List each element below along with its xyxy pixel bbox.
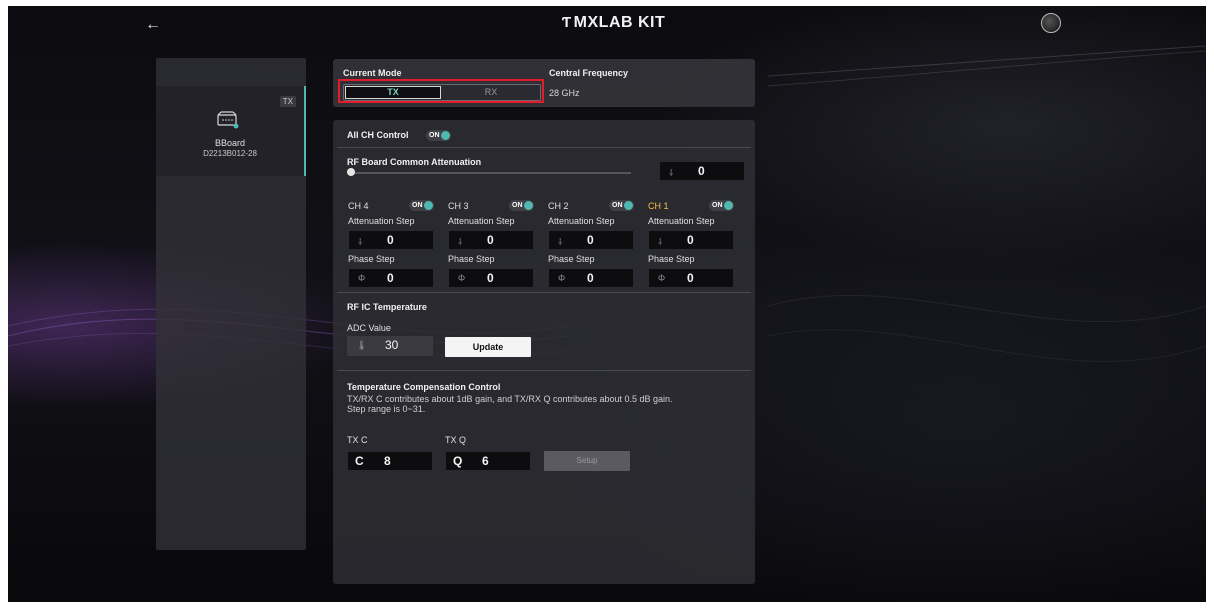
back-arrow-icon[interactable]: ← bbox=[145, 16, 161, 34]
phase-step-value: 0 bbox=[487, 271, 494, 285]
attenuation-step-input[interactable]: ⸸ 0 bbox=[548, 230, 634, 250]
user-avatar-icon[interactable] bbox=[1041, 13, 1061, 33]
attenuation-step-input[interactable]: ⸸ 0 bbox=[648, 230, 734, 250]
adc-value-display: 🌡 30 bbox=[347, 336, 433, 356]
temp-compensation-range: Step range is 0~31. bbox=[347, 404, 426, 414]
rf-ic-temperature-label: RF IC Temperature bbox=[347, 302, 427, 312]
tx-q-value: 6 bbox=[482, 454, 489, 468]
update-button[interactable]: Update bbox=[445, 337, 531, 357]
channel-toggle[interactable]: ON bbox=[409, 200, 434, 211]
phase-step-value: 0 bbox=[687, 271, 694, 285]
temp-compensation-label: Temperature Compensation Control bbox=[347, 382, 501, 392]
channel-name: CH 3 bbox=[448, 201, 469, 211]
attenuation-icon: ⸸ bbox=[358, 237, 363, 247]
channel-toggle[interactable]: ON bbox=[609, 200, 634, 211]
tx-c-prefix: C bbox=[355, 454, 364, 468]
attenuation-step-label: Attenuation Step bbox=[448, 216, 515, 226]
phase-step-input[interactable]: Φ0 bbox=[648, 268, 734, 288]
common-attenuation-label: RF Board Common Attenuation bbox=[347, 157, 482, 167]
adc-value-label: ADC Value bbox=[347, 323, 391, 333]
adc-value: 30 bbox=[385, 338, 399, 352]
common-attenuation-value: 0 bbox=[698, 164, 705, 178]
channel-name: CH 1 bbox=[648, 201, 669, 211]
common-attenuation-input[interactable]: ⸸ 0 bbox=[659, 161, 745, 181]
brand-name: MXLAB KIT bbox=[573, 14, 666, 31]
divider bbox=[337, 147, 751, 148]
channel-toggle-label: ON bbox=[612, 202, 623, 209]
attenuation-step-label: Attenuation Step bbox=[548, 216, 615, 226]
attenuation-step-value: 0 bbox=[687, 233, 694, 247]
phase-icon: Φ bbox=[458, 273, 466, 283]
control-panel: All CH Control ON RF Board Common Attenu… bbox=[333, 120, 755, 584]
phase-step-label: Phase Step bbox=[548, 254, 595, 264]
all-ch-toggle-label: ON bbox=[429, 132, 440, 139]
channel-toggle-label: ON bbox=[712, 202, 723, 209]
tx-c-value: 8 bbox=[384, 454, 391, 468]
phase-icon: Φ bbox=[558, 273, 566, 283]
mode-highlight-box bbox=[338, 79, 544, 103]
central-frequency-value: 28 GHz bbox=[549, 88, 580, 98]
attenuation-icon: ⸸ bbox=[558, 237, 563, 247]
phase-step-label: Phase Step bbox=[348, 254, 395, 264]
attenuation-step-value: 0 bbox=[487, 233, 494, 247]
device-card[interactable]: TX BBoard D2213B012-28 bbox=[156, 86, 306, 176]
toggle-knob bbox=[724, 201, 733, 210]
tx-c-input[interactable]: C 8 bbox=[347, 451, 433, 471]
device-name: BBoard bbox=[214, 138, 246, 148]
phase-step-input[interactable]: Φ0 bbox=[348, 268, 434, 288]
phase-step-label: Phase Step bbox=[648, 254, 695, 264]
all-ch-control-label: All CH Control bbox=[347, 130, 409, 140]
phase-step-value: 0 bbox=[387, 271, 394, 285]
brand-mark: Ƭ bbox=[562, 14, 572, 31]
channel-toggle[interactable]: ON bbox=[509, 200, 534, 211]
attenuation-step-label: Attenuation Step bbox=[348, 216, 415, 226]
toggle-knob bbox=[524, 201, 533, 210]
divider bbox=[337, 370, 751, 371]
attenuation-step-input[interactable]: ⸸ 0 bbox=[348, 230, 434, 250]
channel-name: CH 4 bbox=[348, 201, 369, 211]
phase-icon: Φ bbox=[358, 273, 366, 283]
toggle-knob bbox=[441, 131, 450, 140]
setup-button[interactable]: Setup bbox=[544, 451, 630, 471]
current-mode-label: Current Mode bbox=[343, 68, 402, 78]
attenuation-step-value: 0 bbox=[387, 233, 394, 247]
toggle-knob bbox=[624, 201, 633, 210]
channel-toggle-label: ON bbox=[512, 202, 523, 209]
phase-step-label: Phase Step bbox=[448, 254, 495, 264]
common-attenuation-slider-handle[interactable] bbox=[347, 168, 355, 176]
app-window: ← Ƭ MXLAB KIT TX BBoard D2213B012-28 Curr… bbox=[8, 6, 1206, 602]
all-ch-toggle[interactable]: ON bbox=[426, 130, 451, 141]
mode-panel: Current Mode TX RX Central Frequency 28 … bbox=[333, 59, 755, 107]
toggle-knob bbox=[424, 201, 433, 210]
phase-step-input[interactable]: Φ0 bbox=[448, 268, 534, 288]
tx-q-label: TX Q bbox=[445, 435, 467, 445]
tx-c-label: TX C bbox=[347, 435, 368, 445]
attenuation-icon: ⸸ bbox=[669, 168, 674, 178]
common-attenuation-slider-track[interactable] bbox=[351, 172, 631, 174]
attenuation-icon: ⸸ bbox=[458, 237, 463, 247]
central-frequency-label: Central Frequency bbox=[549, 68, 629, 78]
router-device-icon bbox=[217, 111, 239, 129]
attenuation-icon: ⸸ bbox=[658, 237, 663, 247]
channel-toggle-label: ON bbox=[412, 202, 423, 209]
tx-q-input[interactable]: Q 6 bbox=[445, 451, 531, 471]
tx-q-prefix: Q bbox=[453, 454, 463, 468]
device-mode-badge: TX bbox=[279, 96, 296, 107]
attenuation-step-label: Attenuation Step bbox=[648, 216, 715, 226]
attenuation-step-value: 0 bbox=[587, 233, 594, 247]
temp-compensation-description: TX/RX C contributes about 1dB gain, and … bbox=[347, 394, 673, 404]
device-sidebar: TX BBoard D2213B012-28 bbox=[156, 58, 306, 550]
phase-step-value: 0 bbox=[587, 271, 594, 285]
device-id: D2213B012-28 bbox=[203, 149, 257, 158]
divider bbox=[337, 292, 751, 293]
brand-logo: Ƭ MXLAB KIT bbox=[562, 14, 665, 32]
thermometer-icon: 🌡 bbox=[356, 340, 368, 350]
channel-name: CH 2 bbox=[548, 201, 569, 211]
attenuation-step-input[interactable]: ⸸ 0 bbox=[448, 230, 534, 250]
phase-icon: Φ bbox=[658, 273, 666, 283]
phase-step-input[interactable]: Φ0 bbox=[548, 268, 634, 288]
channel-toggle[interactable]: ON bbox=[709, 200, 734, 211]
